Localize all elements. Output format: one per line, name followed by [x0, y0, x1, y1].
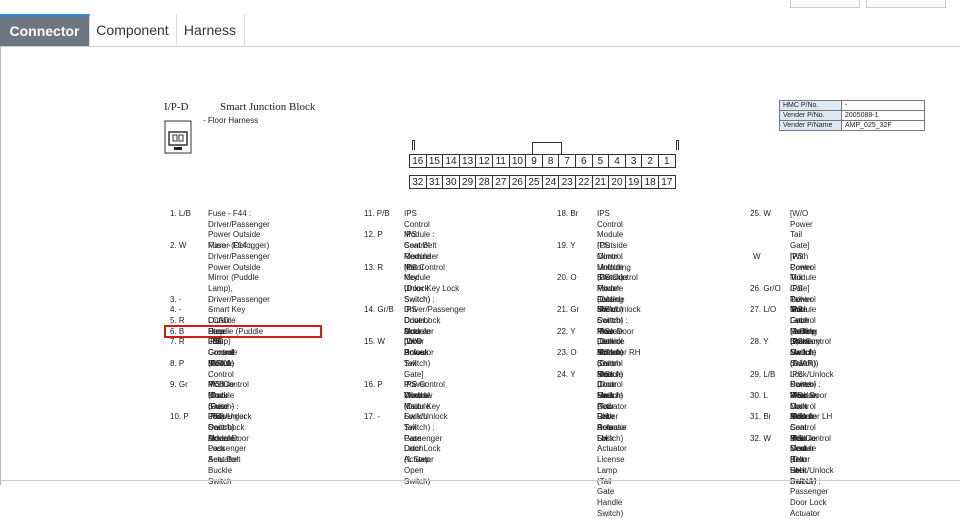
- connector-icon: [164, 120, 192, 154]
- pin-cell: 11: [492, 154, 510, 168]
- pin-number: 1. L/B: [170, 209, 191, 220]
- pin-cell: 31: [426, 175, 444, 189]
- pin-description: IPS Control Module (Door Lock/Unlock Swi…: [790, 434, 834, 519]
- pin-cell: 1: [658, 154, 676, 168]
- part-info-table: HMC P/No.- Vender P/No.2005088-1 Vender …: [779, 100, 925, 131]
- connector-latch: [676, 140, 679, 150]
- pin-cell: 2: [641, 154, 659, 168]
- pin-number: 16. P: [364, 380, 383, 391]
- pin-number: 18. Br: [557, 209, 578, 220]
- divider: [0, 480, 960, 481]
- connector-name: Smart Junction Block: [220, 101, 315, 113]
- pin-cell: 22: [575, 175, 593, 189]
- pin-cell: 28: [475, 175, 493, 189]
- pin-number: 25. W: [750, 209, 771, 220]
- pin-cell: 3: [625, 154, 643, 168]
- pin-number: 28. Y: [750, 337, 769, 348]
- pin-cell: 16: [409, 154, 427, 168]
- pin-number: 24. Y: [557, 370, 576, 381]
- pin-number: 8. P: [170, 359, 184, 370]
- pin-number: 31. Br: [750, 412, 771, 423]
- tab-bar: Connector Component Harness: [0, 14, 960, 47]
- pin-number: 29. L/B: [750, 370, 775, 381]
- pin-number: 12. P: [364, 230, 383, 241]
- highlight-box: [164, 325, 322, 338]
- pin-number: 7. R: [170, 337, 185, 348]
- pin-number: 30. L: [750, 391, 768, 402]
- pin-cell: 25: [525, 175, 543, 189]
- pin-cell: 24: [542, 175, 560, 189]
- pin-cell: 23: [558, 175, 576, 189]
- pin-number: 15. W: [364, 337, 385, 348]
- pin-cell: 5: [592, 154, 610, 168]
- info-label: HMC P/No.: [780, 101, 842, 111]
- pin-description: IPS Control Module (Door Key Lock/Unlock…: [404, 380, 448, 466]
- pin-number: 9. Gr: [170, 380, 188, 391]
- pin-number: 3. -: [170, 295, 182, 306]
- pin-description: -: [404, 412, 407, 423]
- pin-number: 11. P/B: [364, 209, 390, 220]
- pin-number: 32. W: [750, 434, 771, 445]
- pin-number: 22. Y: [557, 327, 576, 338]
- connector-code: I/P-D: [164, 101, 188, 113]
- pin-number: 26. Gr/O: [750, 284, 781, 295]
- info-label: Vender P/Name: [780, 121, 842, 131]
- pin-cell: 7: [558, 154, 576, 168]
- pin-cell: 21: [592, 175, 610, 189]
- pin-number: 20. O: [557, 273, 577, 284]
- top-toolbar: [0, 0, 960, 14]
- pin-number: 21. Gr: [557, 305, 579, 316]
- info-value: AMP_025_32F: [842, 121, 925, 131]
- connector-latch: [412, 140, 415, 150]
- pin-number: 17. -: [364, 412, 380, 423]
- pin-number: 13. R: [364, 263, 383, 274]
- toolbar-button[interactable]: [790, 0, 860, 8]
- pin-number: 2. W: [170, 241, 186, 252]
- pin-cell: 18: [641, 175, 659, 189]
- pin-cell: 29: [459, 175, 477, 189]
- info-value: -: [842, 101, 925, 111]
- pin-cell: 4: [608, 154, 626, 168]
- harness-label: - Floor Harness: [203, 116, 258, 125]
- pin-cell: 27: [492, 175, 510, 189]
- pin-number: W: [753, 252, 761, 263]
- pin-cell: 10: [509, 154, 527, 168]
- info-value: 2005088-1: [842, 111, 925, 121]
- pin-cell: 6: [575, 154, 593, 168]
- pin-cell: 12: [475, 154, 493, 168]
- pin-cell: 20: [608, 175, 626, 189]
- pin-cell: 17: [658, 175, 676, 189]
- pin-number: 23. O: [557, 348, 577, 359]
- tab-connector[interactable]: Connector: [0, 14, 90, 46]
- pin-number: 14. Gr/B: [364, 305, 394, 316]
- pin-cell: 30: [442, 175, 460, 189]
- pin-description: -: [208, 295, 211, 306]
- connector-pin-diagram: 1615141312111098765432132313029282726252…: [408, 140, 684, 192]
- pin-number: 27. L/O: [750, 305, 776, 316]
- pin-description: IPS Control Module : Passenger Seat Belt…: [208, 412, 246, 487]
- pin-cell: 26: [509, 175, 527, 189]
- tab-harness[interactable]: Harness: [176, 14, 245, 46]
- info-label: Vender P/No.: [780, 111, 842, 121]
- pin-number: 19. Y: [557, 241, 576, 252]
- pin-cell: 15: [426, 154, 444, 168]
- pin-cell: 9: [525, 154, 543, 168]
- pin-cell: 13: [459, 154, 477, 168]
- pin-description: -: [208, 305, 211, 316]
- pin-cell: 32: [409, 175, 427, 189]
- pin-cell: 14: [442, 154, 460, 168]
- pin-cell: 8: [542, 154, 560, 168]
- pin-description: IPS Control Module (Tail Gate Release Sw…: [597, 370, 626, 519]
- pin-cell: 19: [625, 175, 643, 189]
- pin-number: 10. P: [170, 412, 189, 423]
- connector-key-notch: [532, 142, 562, 154]
- tab-component[interactable]: Component: [89, 14, 177, 46]
- pin-number: 4. -: [170, 305, 182, 316]
- toolbar-button[interactable]: [866, 0, 946, 8]
